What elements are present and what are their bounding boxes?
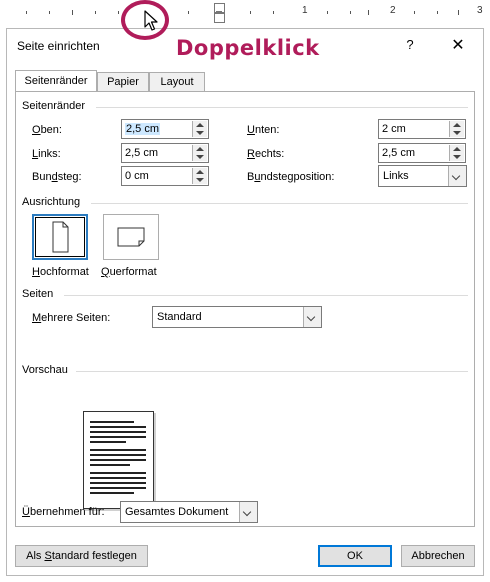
label-bundstegposition: Bundstegposition: — [247, 171, 335, 183]
select-mehrere-seiten-value: Standard — [157, 311, 202, 323]
ruler-tick — [49, 11, 50, 14]
label-unten: Unten: — [247, 124, 280, 136]
ruler-tick — [458, 10, 459, 15]
spinner-oben-value[interactable]: 2,5 cm — [125, 123, 161, 135]
spinner-arrows[interactable] — [449, 121, 464, 137]
ruler-tick — [250, 11, 251, 14]
spinner-bundsteg[interactable]: 0 cm — [121, 166, 209, 186]
tab-layout[interactable]: Layout — [149, 72, 205, 91]
spinner-oben[interactable]: 2,5 cm — [121, 119, 209, 139]
group-label-margins: Seitenränder — [22, 100, 85, 112]
spinner-unten-value[interactable]: 2 cm — [382, 123, 406, 135]
spin-up-icon[interactable] — [196, 147, 204, 151]
tab-papier[interactable]: Papier — [97, 72, 149, 91]
ruler-tick — [118, 11, 119, 14]
select-bundstegposition-value: Links — [383, 170, 409, 182]
ruler-tick — [26, 11, 27, 14]
landscape-page-icon — [117, 227, 145, 247]
spin-up-icon[interactable] — [196, 170, 204, 174]
ruler-tick — [188, 11, 189, 14]
spinner-links[interactable]: 2,5 cm — [121, 143, 209, 163]
help-button[interactable]: ? — [403, 37, 417, 55]
chevron-down-icon[interactable] — [448, 166, 466, 186]
spinner-arrows[interactable] — [192, 145, 207, 161]
select-bundstegposition[interactable]: Links — [378, 165, 467, 187]
chevron-down-icon[interactable] — [239, 502, 257, 522]
ruler-tick — [327, 11, 328, 14]
spinner-rechts[interactable]: 2,5 cm — [378, 143, 466, 163]
ruler-tick — [273, 11, 274, 14]
page-setup-dialog: Seite einrichten ? ✕ Seitenränder Papier… — [6, 28, 484, 576]
spinner-rechts-value[interactable]: 2,5 cm — [382, 147, 415, 159]
label-bundsteg: Bundsteg: — [32, 171, 82, 183]
spinner-unten[interactable]: 2 cm — [378, 119, 466, 139]
select-apply-to[interactable]: Gesamtes Dokument — [120, 501, 258, 523]
close-button[interactable]: ✕ — [449, 37, 467, 55]
spinner-links-value[interactable]: 2,5 cm — [125, 147, 158, 159]
ok-button[interactable]: OK — [318, 545, 392, 567]
ruler-number: 2 — [390, 5, 396, 16]
label-links: Links: — [32, 148, 61, 160]
spinner-arrows[interactable] — [192, 121, 207, 137]
landscape-label[interactable]: Querformat — [101, 266, 157, 278]
spin-up-icon[interactable] — [453, 123, 461, 127]
chevron-down-icon[interactable] — [303, 307, 321, 327]
callout-label: Doppelklick — [176, 36, 320, 60]
mouse-pointer-icon — [144, 10, 158, 31]
ruler-tick — [95, 11, 96, 14]
label-oben: Oben: — [32, 124, 62, 136]
group-label-preview: Vorschau — [22, 364, 68, 376]
spin-down-icon[interactable] — [196, 155, 204, 159]
group-label-orientation: Ausrichtung — [22, 196, 81, 208]
group-divider — [91, 203, 468, 204]
group-label-pages: Seiten — [22, 288, 54, 300]
ruler-tick — [437, 11, 438, 14]
spin-down-icon[interactable] — [196, 178, 204, 182]
ruler-tick — [72, 10, 73, 15]
label-apply-to: Übernehmen für: — [22, 506, 105, 518]
portrait-label[interactable]: Hochformat — [32, 266, 89, 278]
tab-panel: Seitenränder Oben: 2,5 cm Links: 2,5 cm … — [15, 91, 475, 527]
left-indent-marker[interactable] — [214, 13, 225, 23]
spin-up-icon[interactable] — [196, 123, 204, 127]
label-rechts: Rechts: — [247, 148, 285, 160]
portrait-option[interactable] — [32, 214, 88, 260]
portrait-page-icon — [52, 221, 69, 253]
ruler-tick — [414, 11, 415, 14]
ruler-number: 3 — [477, 5, 483, 16]
ruler-tick — [350, 11, 351, 14]
spin-down-icon[interactable] — [196, 131, 204, 135]
page-preview — [83, 411, 154, 509]
cancel-button[interactable]: Abbrechen — [401, 545, 475, 567]
spinner-bundsteg-value[interactable]: 0 cm — [125, 170, 149, 182]
label-mehrere-seiten: Mehrere Seiten: — [32, 312, 111, 324]
horizontal-ruler[interactable]: 1 2 3 — [0, 0, 490, 24]
tab-seitenraender[interactable]: Seitenränder — [15, 70, 97, 92]
group-divider — [64, 295, 468, 296]
dialog-title: Seite einrichten — [17, 39, 100, 53]
ruler-number: 1 — [302, 5, 308, 16]
spin-up-icon[interactable] — [453, 147, 461, 151]
landscape-option[interactable] — [103, 214, 159, 260]
group-divider — [76, 371, 468, 372]
spin-down-icon[interactable] — [453, 131, 461, 135]
spinner-arrows[interactable] — [449, 145, 464, 161]
select-mehrere-seiten[interactable]: Standard — [152, 306, 322, 328]
spin-down-icon[interactable] — [453, 155, 461, 159]
group-divider — [96, 107, 468, 108]
ruler-tick — [368, 10, 369, 15]
spinner-arrows[interactable] — [192, 168, 207, 184]
set-as-default-button[interactable]: Als Standard festlegen — [15, 545, 148, 567]
select-apply-to-value: Gesamtes Dokument — [125, 506, 229, 518]
